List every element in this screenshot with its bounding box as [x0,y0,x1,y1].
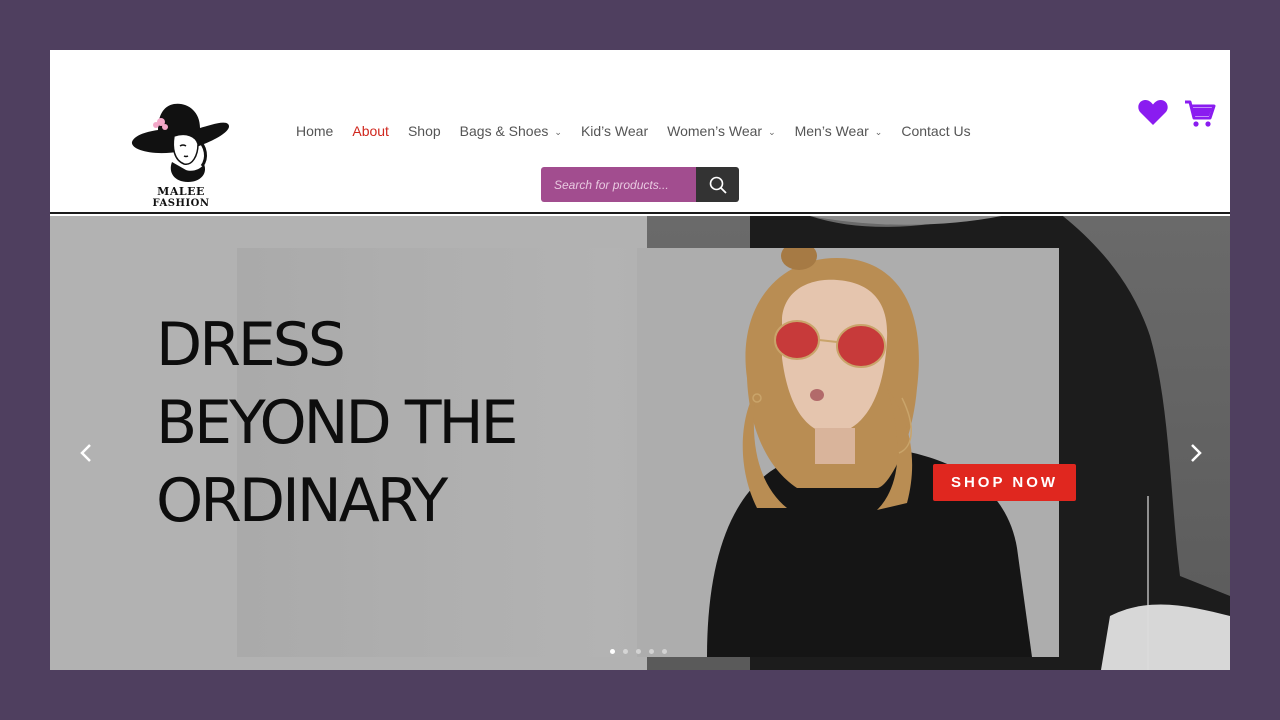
model-photo-image [637,248,1059,657]
hero-slider: DRESS BEYOND THE ORDINARY SHOP NOW [50,216,1230,670]
cart-icon[interactable] [1184,97,1216,129]
nav-item-label: Men’s Wear [794,123,869,139]
nav-item-shop[interactable]: Shop [408,123,441,139]
slider-dot[interactable] [636,649,641,654]
nav-item-home[interactable]: Home [296,123,333,139]
headline-line-3: ORDINARY [156,466,448,536]
page-frame: MALEE FASHION Home About Shop Bags & Sho… [50,50,1230,670]
chevron-left-icon [80,444,91,462]
chevron-down-icon: ⌄ [874,126,883,137]
shop-now-button[interactable]: SHOP NOW [933,464,1076,501]
nav-item-bags-shoes[interactable]: Bags & Shoes ⌄ [460,123,562,139]
nav-item-label: Kid’s Wear [580,123,649,139]
slider-dot[interactable] [610,649,615,654]
nav-item-label: Shop [407,123,441,139]
main-nav: Home About Shop Bags & Shoes ⌄ Kid’s Wear… [296,122,990,140]
chevron-down-icon: ⌄ [768,126,776,137]
nav-item-contact-us[interactable]: Contact Us [901,123,970,139]
brand-name-line2: FASHION [152,198,210,209]
search-icon [709,176,727,194]
headline-line-1: DRESS [156,310,346,380]
search-button[interactable] [696,167,739,202]
brand-logo[interactable]: MALEE FASHION [128,100,234,212]
nav-item-label: Bags & Shoes [459,123,549,139]
product-search [541,167,739,202]
headline-line-2: BEYOND THE [156,388,519,458]
slider-next-button[interactable] [1181,438,1211,468]
hero-headline: DRESS BEYOND THE ORDINARY [156,306,519,540]
nav-item-womens-wear[interactable]: Women’s Wear ⌄ [667,123,775,139]
site-header: MALEE FASHION Home About Shop Bags & Sho… [50,50,1230,214]
chevron-right-icon [1191,444,1202,462]
woman-hat-logo-icon [131,103,229,182]
nav-item-about[interactable]: About [352,123,389,139]
slider-dot[interactable] [649,649,654,654]
brand-name-line1: MALEE [157,185,205,198]
slider-prev-button[interactable] [71,438,101,468]
heart-icon[interactable] [1137,96,1169,128]
nav-item-label: Home [296,123,334,139]
chevron-down-icon: ⌄ [554,126,562,137]
nav-item-label: About [352,123,389,139]
nav-item-kids-wear[interactable]: Kid’s Wear [581,123,648,139]
slider-dots [610,649,667,654]
nav-item-mens-wear[interactable]: Men’s Wear ⌄ [795,123,883,139]
search-input[interactable] [541,167,696,202]
slider-dot[interactable] [662,649,667,654]
nav-item-label: Women’s Wear [667,123,763,139]
nav-item-label: Contact Us [901,123,971,139]
slider-dot[interactable] [623,649,628,654]
